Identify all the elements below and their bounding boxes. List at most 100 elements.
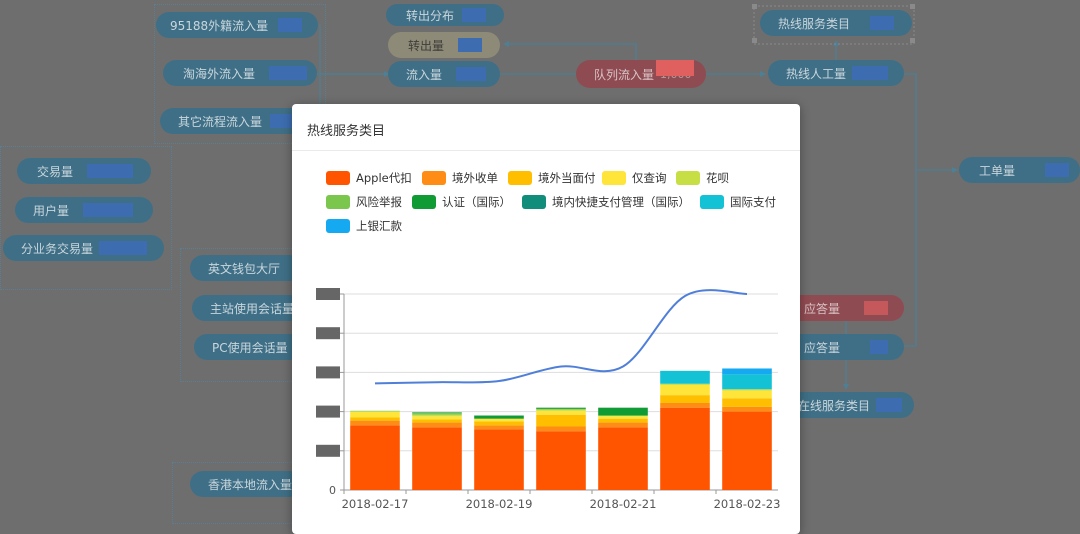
value-redacted [456, 67, 486, 81]
bar-segment [536, 409, 586, 410]
bar-segment [412, 412, 462, 413]
value-redacted [269, 66, 307, 80]
bar-segment [350, 421, 400, 426]
bar-segment [412, 427, 462, 490]
node-label: 热线人工量 [786, 65, 846, 82]
node-label: 热线服务类目 [778, 15, 850, 32]
value-redacted [87, 164, 133, 178]
node-label: 淘海外流入量 [183, 65, 255, 82]
node-inflow[interactable]: 流入量 [388, 61, 500, 87]
node-en-wallet[interactable]: 英文钱包大厅 [190, 255, 302, 281]
node-user-amount[interactable]: 用户量 [15, 197, 153, 223]
x-tick-label: 2018-02-17 [342, 497, 409, 511]
bar-segment [722, 368, 772, 374]
bar-segment [350, 412, 400, 417]
node-hotline-category[interactable]: 热线服务类目 [760, 10, 912, 36]
value-redacted [870, 340, 888, 354]
node-hk-inflow[interactable]: 香港本地流入量 [190, 471, 302, 497]
y-tick-label-redacted [316, 288, 340, 300]
y-tick-label-redacted [316, 327, 340, 339]
value-redacted [1045, 163, 1069, 177]
chart-modal: 热线服务类目 Apple代扣境外收单境外当面付仅查询花呗风险举报认证（国际）境内… [292, 104, 800, 534]
bar-segment [660, 403, 710, 408]
value-redacted [99, 241, 147, 255]
node-label: 交易量 [37, 163, 73, 180]
bar-segment [722, 390, 772, 398]
bar-segment [536, 426, 586, 431]
node-online-category[interactable]: 在线服务类目 [784, 392, 914, 418]
node-label: 工单量 [979, 162, 1015, 179]
y-tick-label-redacted [316, 366, 340, 378]
node-taobao-inflow[interactable]: 淘海外流入量 [163, 60, 317, 86]
bar-segment [598, 416, 648, 417]
bar-segment [350, 417, 400, 420]
bar-segment [598, 427, 648, 490]
bar-segment [598, 408, 648, 416]
bar-segment [660, 395, 710, 403]
x-tick-label: 2018-02-21 [590, 497, 657, 511]
node-trade-amount[interactable]: 交易量 [17, 158, 151, 184]
node-queue-inflow[interactable]: 队列流入量1,000 [576, 60, 706, 88]
bar-segment [412, 413, 462, 415]
node-out-amount[interactable]: 转出量 [388, 32, 500, 58]
x-tick-label: 2018-02-23 [714, 497, 781, 511]
node-label: PC使用会话量 [212, 339, 288, 356]
value-redacted [852, 66, 888, 80]
y-tick-label-redacted [316, 445, 340, 457]
value-redacted [870, 16, 894, 30]
value-redacted [864, 301, 888, 315]
value-redacted [462, 8, 486, 22]
bar-segment [412, 415, 462, 417]
bar-segment [474, 416, 524, 419]
bar-segment [722, 407, 772, 412]
node-main-session[interactable]: 主站使用会话量 [192, 295, 302, 321]
bar-segment [474, 421, 524, 425]
node-label: 香港本地流入量 [208, 476, 292, 493]
stacked-bar-line-chart: 02018-02-172018-02-192018-02-212018-02-2… [292, 104, 800, 519]
bar-segment [412, 419, 462, 422]
node-biz-trade-amount[interactable]: 分业务交易量 [3, 235, 164, 261]
bar-segment [350, 411, 400, 412]
bar-segment [536, 431, 586, 490]
node-other-flow-inflow[interactable]: 其它流程流入量 [160, 108, 310, 134]
value-redacted [876, 398, 902, 412]
bar-segment [474, 419, 524, 421]
node-label: 转出分布 [406, 7, 454, 24]
bar-segment [722, 412, 772, 490]
bar-segment [660, 385, 710, 395]
node-label: 应答量 [804, 339, 840, 356]
node-label: 应答量 [804, 300, 840, 317]
node-95188-inflow[interactable]: 95188外籍流入量 [156, 12, 318, 38]
bar-segment [598, 419, 648, 423]
node-ticket-amount[interactable]: 工单量 [959, 157, 1080, 183]
bar-segment [412, 423, 462, 428]
bar-segment [474, 429, 524, 490]
node-hotline-manual[interactable]: 热线人工量 [768, 60, 904, 86]
node-label: 用户量 [33, 202, 69, 219]
x-tick-label: 2018-02-19 [466, 497, 533, 511]
node-label: 95188外籍流入量 [170, 17, 268, 34]
node-answer-amount[interactable]: 应答量 [786, 334, 904, 360]
node-answer-amount-red[interactable]: 应答量 [784, 295, 904, 321]
bar-segment [660, 371, 710, 384]
bar-segment [722, 389, 772, 390]
node-label: 在线服务类目 [798, 397, 870, 414]
node-pc-session[interactable]: PC使用会话量 [194, 334, 302, 360]
bar-segment [722, 374, 772, 389]
value-redacted [656, 60, 694, 76]
node-label: 英文钱包大厅 [208, 260, 280, 277]
bar-segment [536, 410, 586, 411]
value-redacted [83, 203, 133, 217]
bar-segment [536, 411, 586, 415]
value-redacted [278, 18, 302, 32]
bar-segment [536, 408, 586, 409]
bar-segment [350, 425, 400, 490]
node-label: 队列流入量 [594, 66, 654, 83]
bar-segment [474, 425, 524, 429]
node-label: 主站使用会话量 [210, 300, 294, 317]
node-out-distribution[interactable]: 转出分布 [386, 4, 504, 26]
node-label: 其它流程流入量 [178, 113, 262, 130]
y-tick-label-redacted [316, 406, 340, 418]
bar-segment [722, 398, 772, 407]
bar-segment [660, 384, 710, 385]
